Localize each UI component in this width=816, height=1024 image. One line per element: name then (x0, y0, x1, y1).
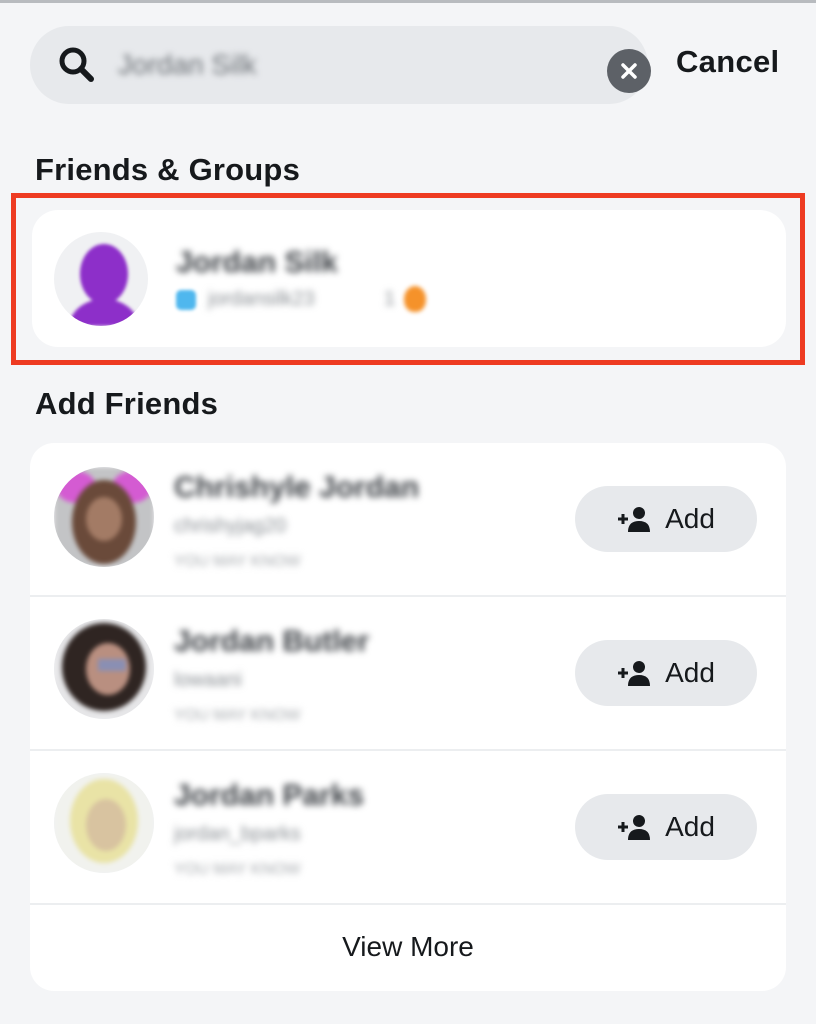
friend-name: Jordan Parks (174, 779, 365, 812)
top-rule (0, 0, 816, 3)
friend-meta: YOU MAY KNOW (174, 861, 301, 878)
clear-search-button[interactable] (607, 49, 651, 93)
cancel-button[interactable]: Cancel (676, 44, 779, 80)
highlight-box (11, 193, 805, 365)
friend-username: jordan_bparks (174, 823, 301, 845)
friend-name: Chrishyle Jordan (174, 471, 420, 504)
search-bar[interactable] (30, 26, 651, 104)
section-title-friends-groups: Friends & Groups (35, 152, 301, 187)
avatar (54, 619, 154, 719)
add-friend-button[interactable]: Add (575, 640, 757, 706)
search-input[interactable] (118, 46, 538, 84)
avatar (54, 773, 154, 873)
friend-name: Jordan Butler (174, 625, 370, 658)
section-title-add-friends: Add Friends (35, 386, 219, 421)
avatar (54, 467, 154, 567)
friend-username: chrishyjag20 (174, 515, 287, 537)
friend-username: lowaani (174, 669, 242, 691)
close-icon (621, 63, 637, 79)
search-icon (59, 47, 94, 82)
add-button-label: Add (665, 657, 715, 688)
add-user-icon (618, 815, 651, 840)
friend-meta: YOU MAY KNOW (174, 553, 301, 570)
list-item[interactable]: Jordan Butler lowaani YOU MAY KNOW Add (30, 597, 786, 750)
list-item[interactable]: Jordan Parks jordan_bparks YOU MAY KNOW … (30, 751, 786, 904)
add-friend-button[interactable]: Add (575, 794, 757, 860)
add-friends-list: Chrishyle Jordan chrishyjag20 YOU MAY KN… (30, 443, 786, 991)
add-button-label: Add (665, 503, 715, 534)
friend-meta: YOU MAY KNOW (174, 707, 301, 724)
add-button-label: Add (665, 811, 715, 842)
add-user-icon (618, 661, 651, 686)
list-item[interactable]: Chrishyle Jordan chrishyjag20 YOU MAY KN… (30, 443, 786, 596)
view-more-button[interactable]: View More (30, 903, 786, 991)
add-user-icon (618, 507, 651, 532)
add-friend-button[interactable]: Add (575, 486, 757, 552)
